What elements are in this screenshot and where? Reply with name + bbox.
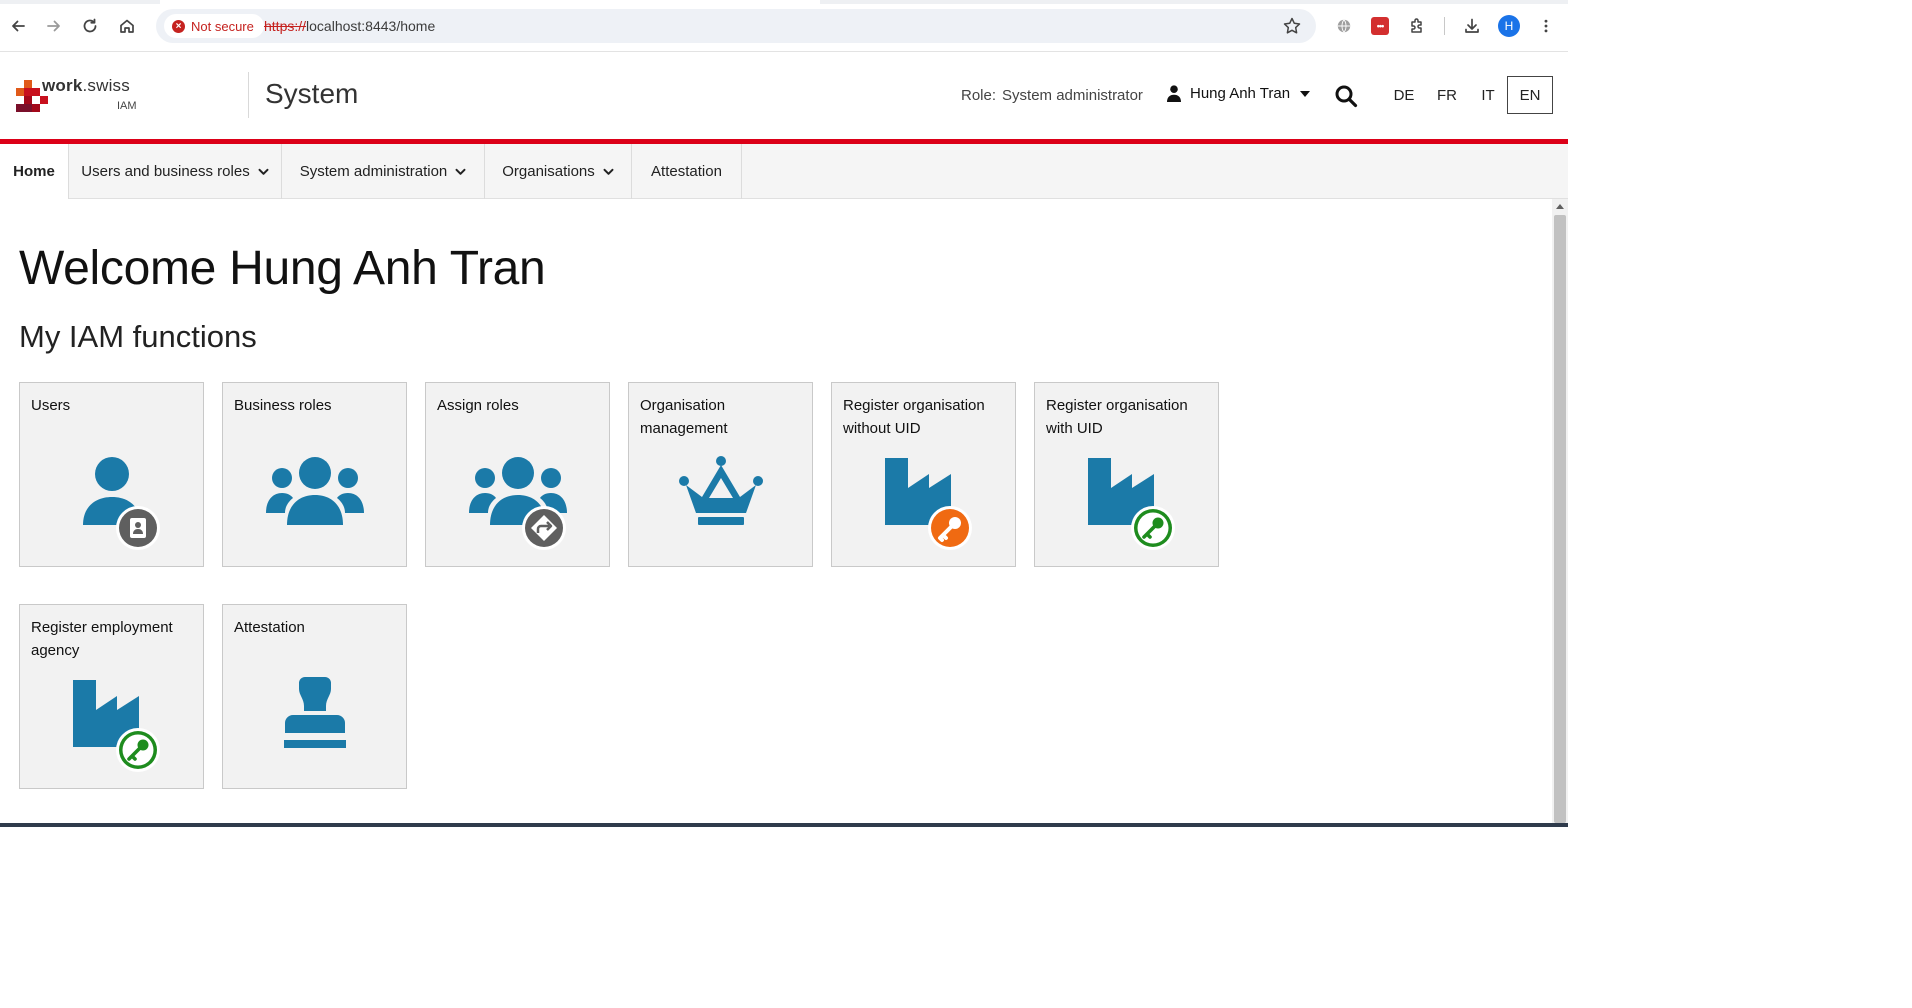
search-icon[interactable] (1334, 84, 1358, 108)
app-header: work.swiss IAM System Role: System admini… (0, 52, 1568, 140)
toolbar-separator (1444, 17, 1445, 35)
bookmark-star-icon[interactable] (1282, 16, 1302, 36)
logo-subtitle: IAM (117, 100, 137, 112)
arrow-right-icon (47, 20, 60, 32)
home-icon (120, 19, 134, 33)
chevron-down-icon (258, 168, 269, 175)
url-scheme: https:// (264, 18, 307, 34)
header-divider (248, 72, 249, 118)
tile-assign-roles[interactable]: Assign roles (425, 382, 610, 567)
download-icon (1465, 18, 1479, 33)
user-menu-dropdown[interactable]: Hung Anh Tran (1166, 85, 1311, 102)
language-en[interactable]: EN (1507, 76, 1553, 114)
security-chip[interactable]: × Not secure (164, 14, 264, 38)
chevron-down-icon (455, 168, 466, 175)
page-scrollbar[interactable] (1552, 199, 1568, 823)
nav-users-label: Users and business roles (81, 163, 250, 180)
tile-register-organisation-without-uid[interactable]: Register organisation without UID (831, 382, 1016, 567)
role-label: Role: (961, 87, 997, 104)
nav-attestation-label: Attestation (651, 163, 722, 180)
warning-icon: × (172, 19, 185, 33)
tile-label: Register organisation without UID (843, 397, 985, 437)
address-bar[interactable]: × Not secure https://localhost:8443/home (156, 9, 1316, 43)
home-button[interactable] (115, 14, 139, 38)
puzzle-icon (1411, 18, 1422, 33)
nav-home[interactable]: Home (0, 144, 69, 199)
nav-attestation[interactable]: Attestation (632, 144, 742, 199)
main-navigation: Home Users and business roles System adm… (0, 144, 1568, 199)
security-label: Not secure (191, 18, 254, 34)
back-button[interactable] (6, 14, 30, 38)
group-icon (266, 457, 364, 525)
tab-strip (0, 0, 1568, 4)
url-text[interactable]: https://localhost:8443/home (264, 18, 435, 34)
tile-business-roles[interactable]: Business roles (222, 382, 407, 567)
url-path: localhost:8443/home (306, 18, 436, 34)
extension-password-button[interactable]: ••• (1368, 14, 1392, 38)
globe-icon (1337, 19, 1351, 33)
tile-register-organisation-with-uid[interactable]: Register organisation with UID (1034, 382, 1219, 567)
reload-button[interactable] (78, 14, 102, 38)
logo-wordmark: work.swiss (42, 76, 130, 95)
arrow-left-icon (12, 20, 25, 32)
crown-icon (679, 456, 763, 525)
caret-down-icon (1300, 90, 1311, 97)
user-badge-icon (83, 457, 160, 550)
language-it[interactable]: IT (1468, 76, 1508, 114)
tile-label: Users (31, 397, 71, 414)
tile-organisation-management[interactable]: Organisation management (628, 382, 813, 567)
role-value: System administrator (1002, 87, 1143, 104)
chevron-down-icon (603, 168, 614, 175)
tile-register-employment-agency[interactable]: Register employment agency (19, 604, 204, 789)
main-content: Welcome Hung Anh Tran My IAM functions U… (0, 199, 1552, 823)
role-indicator: Role: System administrator (961, 87, 1143, 104)
section-title: My IAM functions (19, 319, 257, 354)
nav-system-administration[interactable]: System administration (282, 144, 485, 199)
factory-green-key-icon (73, 680, 160, 772)
forward-button[interactable] (42, 14, 66, 38)
factory-green-key-icon (1088, 458, 1175, 550)
nav-sysadmin-label: System administration (299, 163, 448, 180)
tile-label: Attestation (234, 619, 305, 636)
kebab-menu-icon (1544, 19, 1548, 33)
tile-users[interactable]: Users (19, 382, 204, 567)
extensions-button[interactable] (1405, 14, 1429, 38)
tile-label: Register employment agency (31, 619, 173, 659)
tile-label: Register organisation with UID (1046, 397, 1188, 437)
password-manager-icon: ••• (1371, 17, 1389, 35)
scroll-thumb[interactable] (1554, 215, 1566, 823)
nav-users-and-business-roles[interactable]: Users and business roles (69, 144, 282, 199)
stamp-icon (284, 677, 346, 748)
browser-menu-button[interactable] (1534, 14, 1558, 38)
reload-icon (83, 18, 97, 33)
factory-orange-key-icon (885, 458, 972, 550)
tile-attestation[interactable]: Attestation (222, 604, 407, 789)
browser-toolbar: × Not secure https://localhost:8443/home… (0, 0, 1568, 52)
app-title: System (265, 78, 359, 109)
extension-globe-button[interactable] (1332, 14, 1356, 38)
profile-avatar[interactable]: H (1498, 15, 1520, 37)
tile-label: Assign roles (437, 397, 519, 414)
nav-organisations[interactable]: Organisations (485, 144, 632, 199)
footer-strip (0, 823, 1568, 827)
tile-label: Organisation management (640, 397, 728, 437)
worksswiss-logo[interactable]: work.swiss IAM (16, 76, 156, 120)
tile-label: Business roles (234, 397, 332, 414)
group-assign-icon (469, 457, 567, 550)
scroll-up-arrow-icon[interactable] (1556, 204, 1564, 209)
nav-home-label: Home (13, 163, 55, 180)
downloads-button[interactable] (1460, 14, 1484, 38)
welcome-heading: Welcome Hung Anh Tran (19, 242, 546, 295)
user-icon (1167, 85, 1181, 102)
user-name: Hung Anh Tran (1190, 85, 1291, 102)
nav-organisations-label: Organisations (502, 163, 595, 180)
language-de[interactable]: DE (1384, 76, 1424, 114)
language-fr[interactable]: FR (1427, 76, 1467, 114)
